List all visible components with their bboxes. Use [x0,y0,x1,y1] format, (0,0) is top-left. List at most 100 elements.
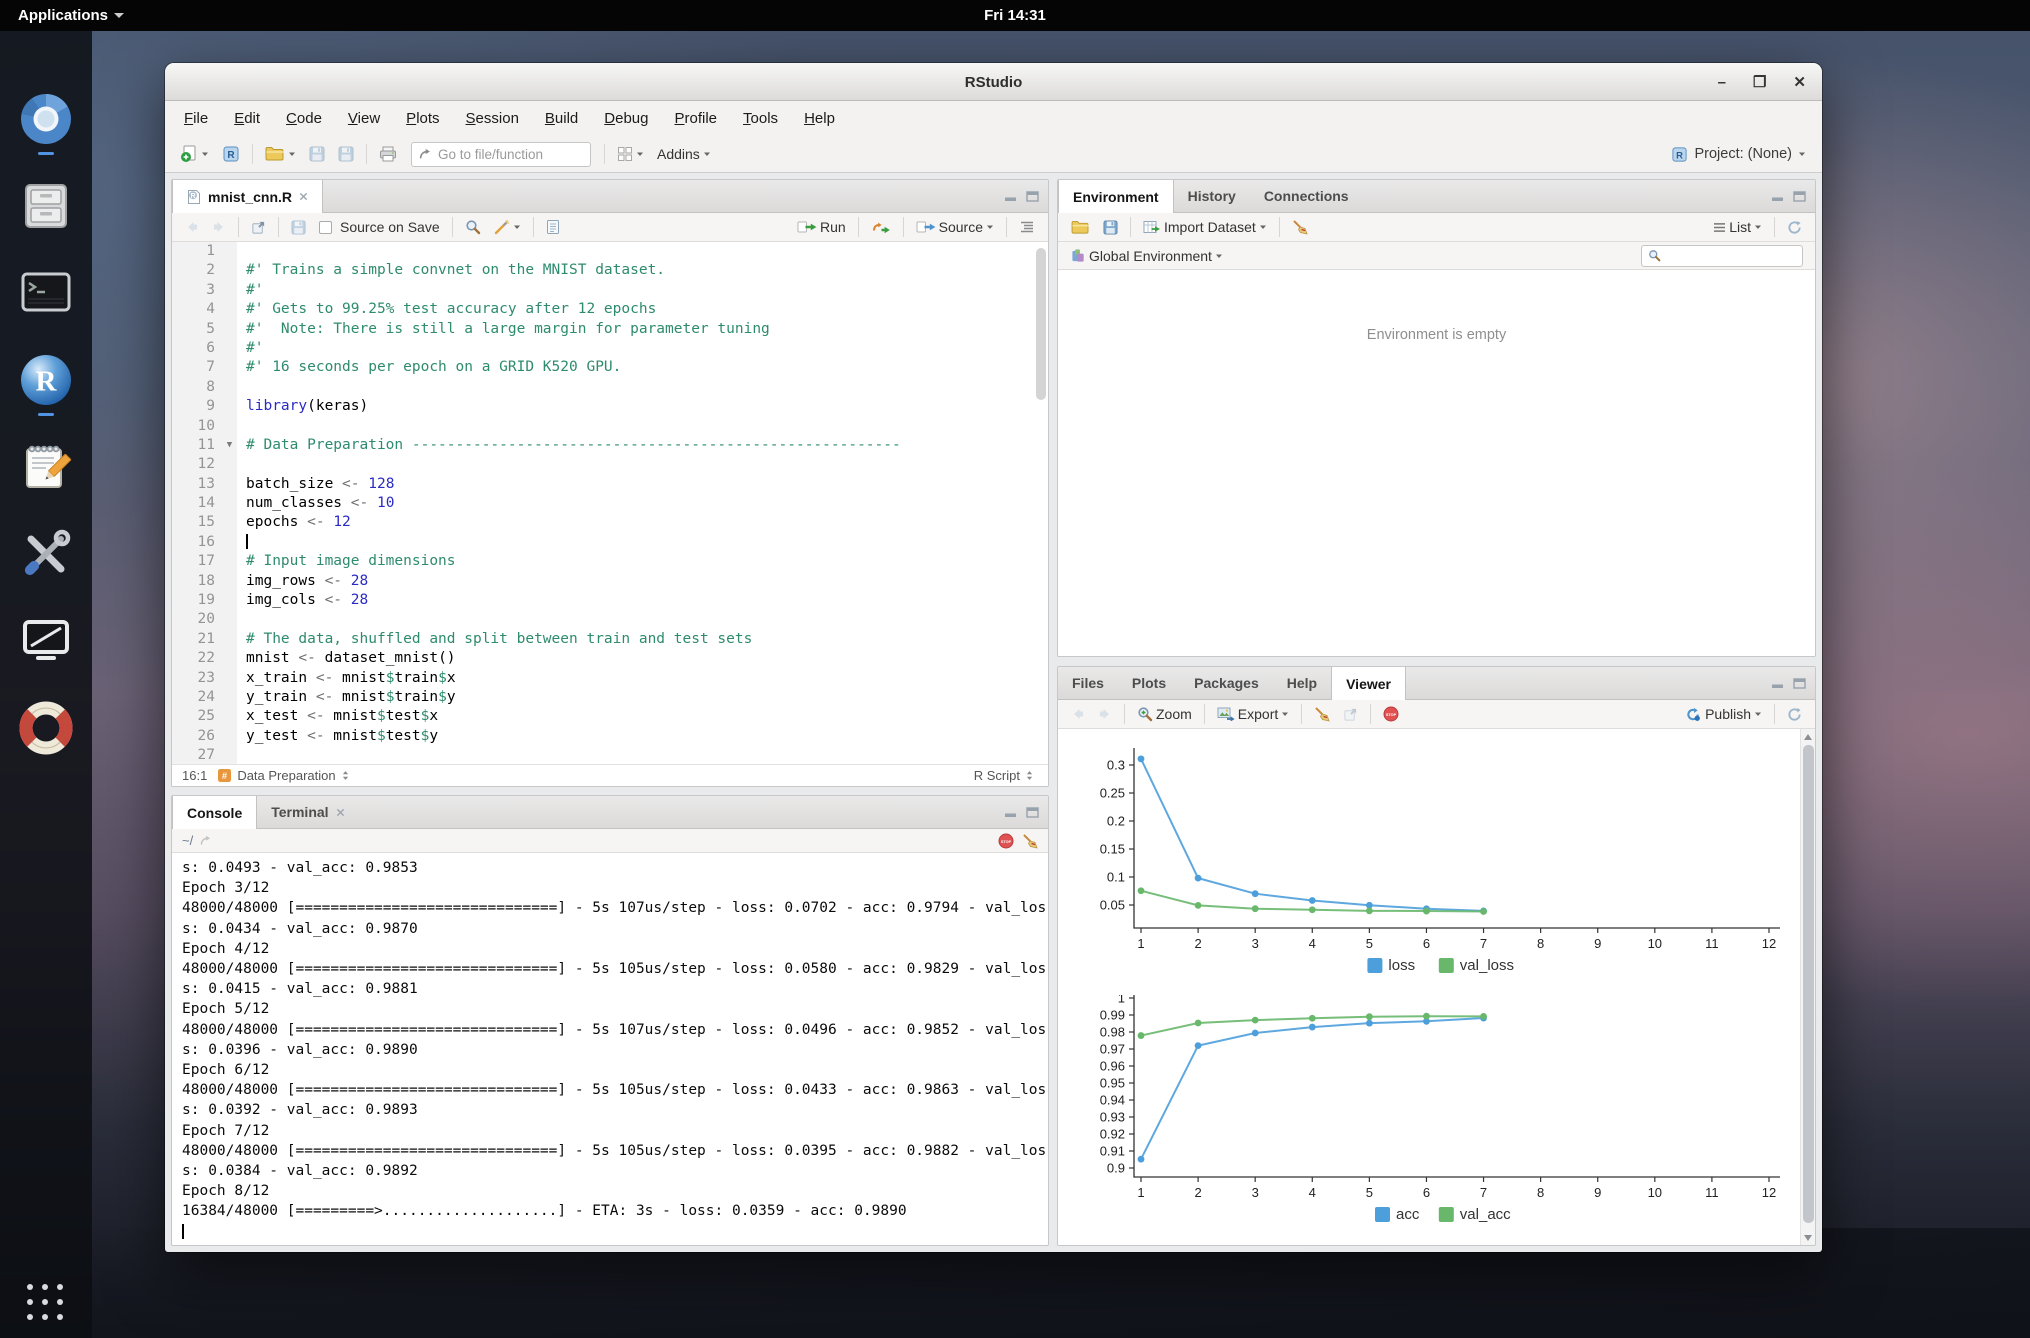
dock-item-files[interactable] [18,178,74,240]
maximize-pane-icon[interactable] [1793,678,1806,689]
code-line[interactable]: 3#' [172,281,1048,300]
project-selector[interactable]: Project: (None) [1671,146,1806,163]
code-line[interactable]: 1 [172,242,1048,261]
menu-view[interactable]: View [335,110,393,127]
code-line[interactable]: 20 [172,610,1048,629]
environment-search-box[interactable] [1641,245,1803,267]
code-line[interactable]: 24y_train <- mnist$train$y [172,688,1048,707]
source-on-save-checkbox[interactable]: Source on Save [314,213,445,241]
menu-build[interactable]: Build [532,110,591,127]
dock-item-chromium[interactable] [18,91,74,153]
run-button[interactable]: Run [792,213,851,241]
open-file-button[interactable] [260,140,301,168]
dock-item-tools[interactable] [18,526,74,588]
dock-item-rstudio[interactable] [18,352,74,414]
stop-viewer-icon[interactable] [1378,700,1404,728]
maximize-pane-icon[interactable] [1026,807,1039,818]
dock-item-terminal[interactable] [18,265,74,327]
import-dataset-button[interactable]: Import Dataset [1138,213,1272,241]
code-line[interactable]: 21# The data, shuffled and split between… [172,630,1048,649]
title-bar[interactable]: RStudio – ❐ ✕ [165,63,1822,101]
refresh-environment-button[interactable] [1782,213,1807,241]
menu-profile[interactable]: Profile [662,110,731,127]
scroll-up-icon[interactable] [1804,734,1812,740]
code-line[interactable]: 15epochs <- 12 [172,513,1048,532]
tab-mnist-cnn[interactable]: mnist_cnn.R [172,180,323,213]
tab-terminal[interactable]: Terminal [257,796,358,828]
tab-history[interactable]: History [1174,180,1250,212]
compile-report-button[interactable] [541,213,565,241]
close-button[interactable]: ✕ [1793,73,1806,91]
find-replace-button[interactable] [460,213,486,241]
list-view-selector[interactable]: List [1708,213,1767,241]
close-icon[interactable] [336,808,345,817]
code-line[interactable]: 18img_rows <- 28 [172,572,1048,591]
code-line[interactable]: 16 [172,533,1048,552]
console-output[interactable]: s: 0.0493 - val_acc: 0.9853Epoch 3/12480… [172,853,1048,1239]
workspace-panes-button[interactable] [612,140,649,168]
menu-plots[interactable]: Plots [393,110,452,127]
goto-file-function-box[interactable] [411,142,591,167]
zoom-button[interactable]: Zoom [1132,700,1197,728]
clock[interactable]: Fri 14:31 [0,0,2030,31]
goto-directory-icon[interactable] [199,834,212,847]
menu-tools[interactable]: Tools [730,110,791,127]
code-line[interactable]: 23x_train <- mnist$train$x [172,669,1048,688]
menu-file[interactable]: File [171,110,221,127]
tab-plots[interactable]: Plots [1118,667,1180,699]
save-workspace-button[interactable] [1098,213,1123,241]
publish-button[interactable]: Publish [1680,700,1767,728]
tab-connections[interactable]: Connections [1250,180,1363,212]
code-line[interactable]: 5#' Note: There is still a large margin … [172,320,1048,339]
code-line[interactable]: 12 [172,455,1048,474]
code-line[interactable]: 22mnist <- dataset_mnist() [172,649,1048,668]
clear-console-broom-icon[interactable] [1022,833,1038,849]
dock-item-display[interactable] [18,613,74,675]
code-line[interactable]: 4#' Gets to 99.25% test accuracy after 1… [172,300,1048,319]
export-button[interactable]: Export [1212,700,1294,728]
menu-edit[interactable]: Edit [221,110,273,127]
clear-viewer-broom-icon[interactable] [1309,700,1335,728]
metrics-chart-acc[interactable]: 10.990.980.970.960.950.940.930.920.910.9… [1090,995,1790,1245]
minimize-pane-icon[interactable] [1771,678,1784,689]
scrollbar-thumb[interactable] [1803,745,1814,1223]
forward-icon[interactable] [1093,700,1117,728]
popout-viewer-button[interactable] [1338,700,1363,728]
code-line[interactable]: 19img_cols <- 28 [172,591,1048,610]
code-line[interactable]: 10 [172,417,1048,436]
tab-packages[interactable]: Packages [1180,667,1273,699]
scope-selector[interactable]: Data Preparation [213,762,353,788]
code-line[interactable]: 25x_test <- mnist$test$x [172,707,1048,726]
dock-item-help[interactable] [18,700,74,762]
addins-button[interactable]: Addins [652,140,716,168]
popout-editor-button[interactable] [246,213,271,241]
menu-code[interactable]: Code [273,110,335,127]
tab-viewer[interactable]: Viewer [1331,667,1406,700]
code-line[interactable]: 14num_classes <- 10 [172,494,1048,513]
code-line[interactable]: 7#' 16 seconds per epoch on a GRID K520 … [172,358,1048,377]
viewer-scrollbar[interactable] [1800,729,1815,1246]
code-editor[interactable]: 12#' Trains a simple convnet on the MNIS… [172,242,1048,766]
forward-icon[interactable] [207,213,231,241]
maximize-pane-icon[interactable] [1026,191,1039,202]
working-directory[interactable]: ~/ [182,833,193,848]
menu-help[interactable]: Help [791,110,848,127]
global-environment-selector[interactable]: Global Environment [1066,242,1228,270]
tab-console[interactable]: Console [172,796,257,829]
tab-files[interactable]: Files [1058,667,1118,699]
goto-file-function-input[interactable] [438,147,568,162]
maximize-button[interactable]: ❐ [1753,73,1766,91]
rerun-button[interactable] [866,213,896,241]
code-tools-button[interactable] [489,213,526,241]
save-button[interactable] [304,140,330,168]
code-line[interactable]: 17# Input image dimensions [172,552,1048,571]
source-button[interactable]: Source [911,213,999,241]
minimize-pane-icon[interactable] [1004,191,1017,202]
show-applications-button[interactable] [27,1284,65,1322]
code-line[interactable]: 11▼# Data Preparation ------------------… [172,436,1048,455]
tab-environment[interactable]: Environment [1058,180,1174,213]
load-workspace-button[interactable] [1066,213,1095,241]
close-icon[interactable] [299,192,308,201]
editor-scrollbar[interactable] [1036,248,1046,400]
print-button[interactable] [374,140,402,168]
